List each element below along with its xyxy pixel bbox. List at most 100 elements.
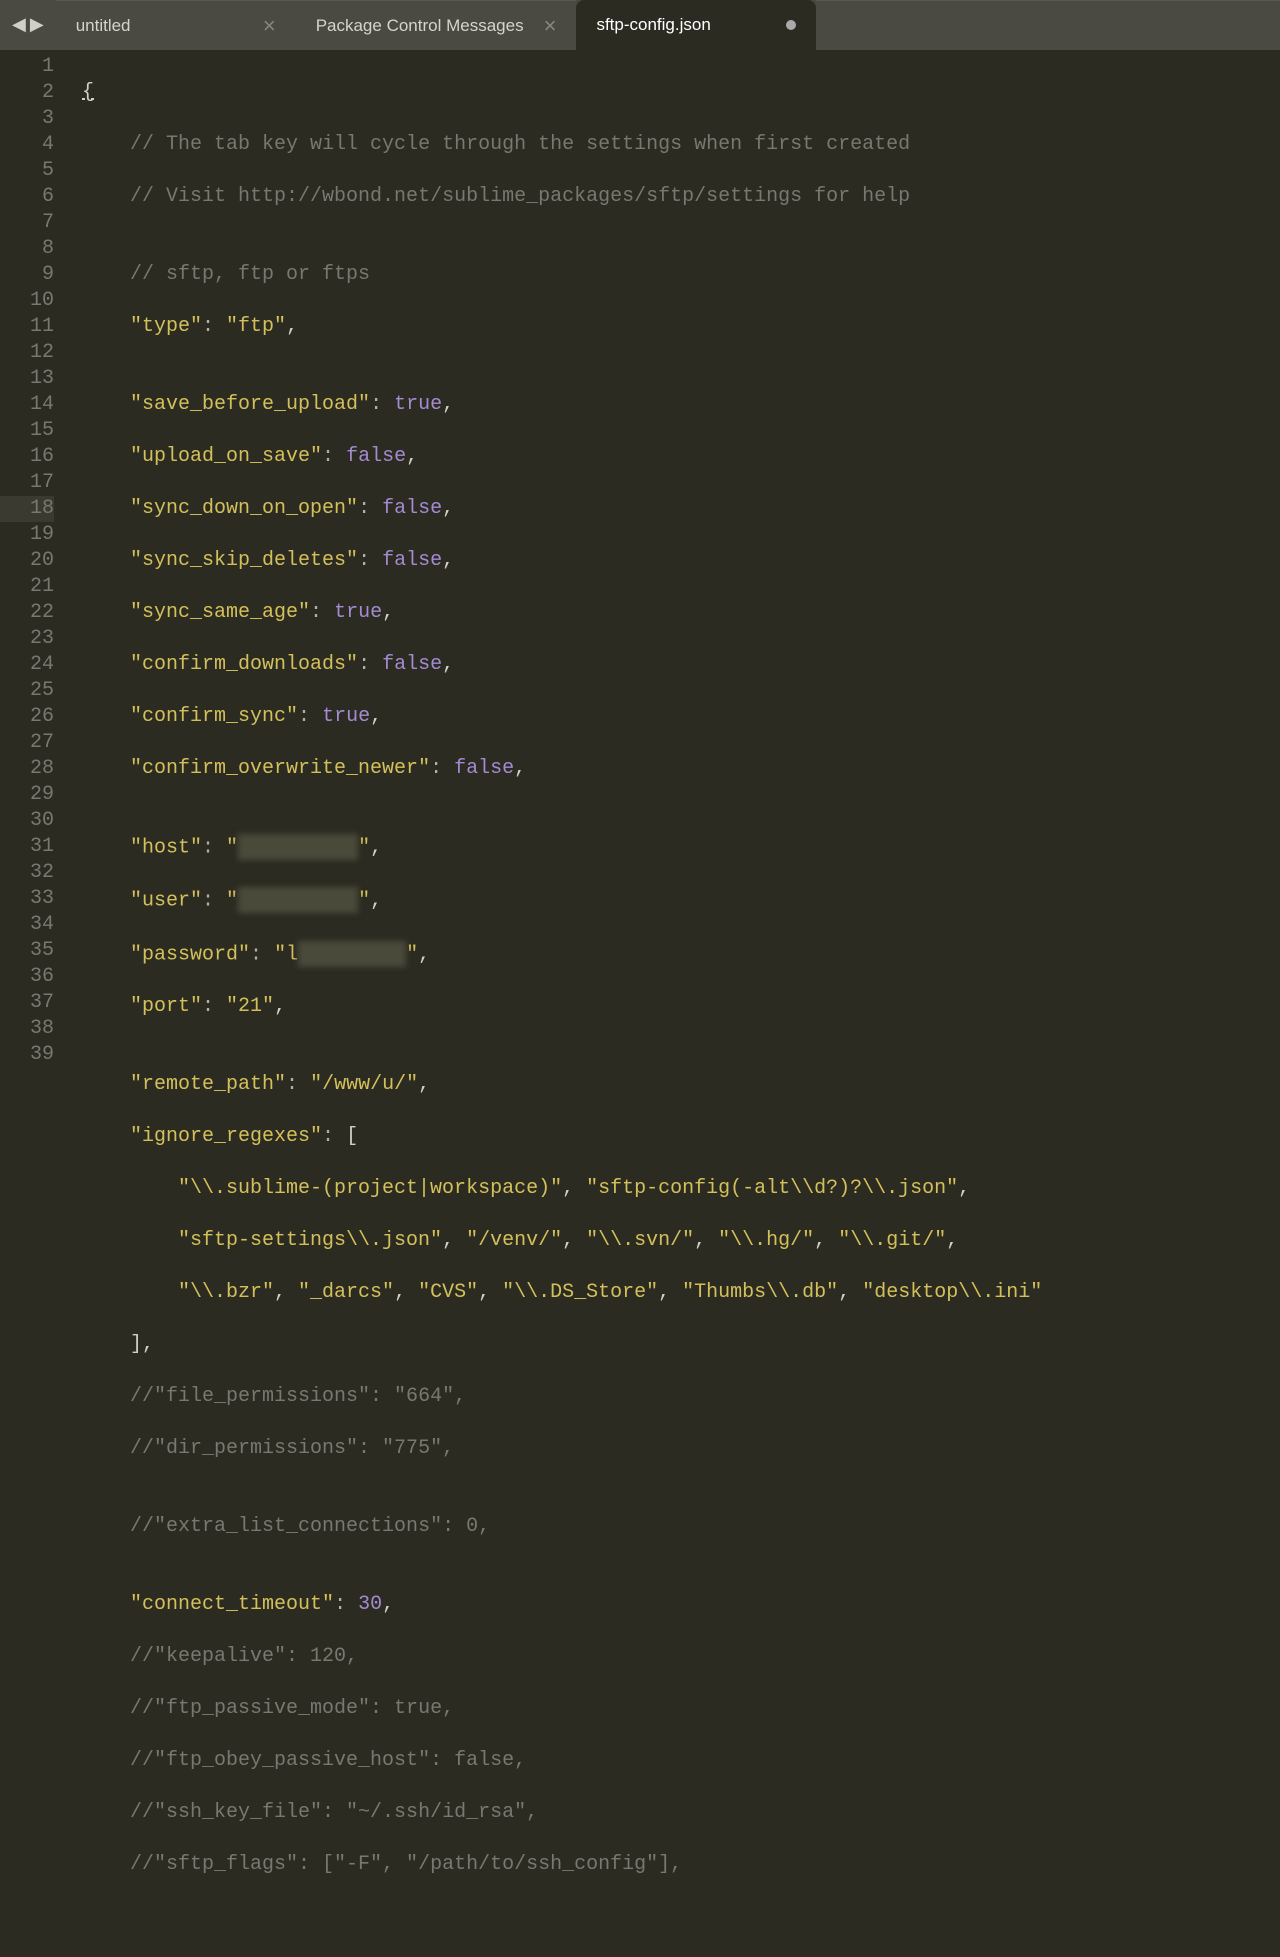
line-number: 1 bbox=[0, 54, 54, 80]
key-ignore-regexes: "ignore_regexes" bbox=[130, 1125, 322, 1148]
line-gutter: 1234567891011121314151617181920212223242… bbox=[0, 50, 72, 1182]
regex-value: "desktop\\.ini" bbox=[862, 1281, 1042, 1304]
bracket-open: [ bbox=[346, 1125, 358, 1148]
comment: // The tab key will cycle through the se… bbox=[130, 133, 910, 156]
line-number: 25 bbox=[0, 678, 54, 704]
quote: " bbox=[226, 836, 238, 859]
key-sync-same-age: "sync_same_age" bbox=[130, 601, 310, 624]
key-host: "host" bbox=[130, 836, 202, 859]
line-number: 36 bbox=[0, 964, 54, 990]
line-number: 7 bbox=[0, 210, 54, 236]
tab-untitled[interactable]: untitled × bbox=[56, 0, 296, 50]
line-number: 39 bbox=[0, 1042, 54, 1068]
regex-value: "\\.git/" bbox=[838, 1229, 946, 1252]
value: false bbox=[454, 757, 514, 780]
comment: // sftp, ftp or ftps bbox=[130, 263, 370, 286]
line-number: 27 bbox=[0, 730, 54, 756]
value: false bbox=[382, 653, 442, 676]
comment: //"keepalive": 120, bbox=[130, 1645, 358, 1668]
close-icon[interactable]: × bbox=[544, 13, 557, 39]
tab-nav-right-icon[interactable]: ▶ bbox=[30, 14, 44, 36]
line-number: 19 bbox=[0, 522, 54, 548]
regex-value: "_darcs" bbox=[298, 1281, 394, 1304]
line-number: 24 bbox=[0, 652, 54, 678]
close-icon[interactable]: × bbox=[263, 13, 276, 39]
regex-value: "Thumbs\\.db" bbox=[682, 1281, 838, 1304]
quote: " bbox=[358, 890, 370, 913]
key-port: "port" bbox=[130, 995, 202, 1018]
line-number: 32 bbox=[0, 860, 54, 886]
tab-bar: ◀ ▶ untitled × Package Control Messages … bbox=[0, 0, 1280, 50]
line-number: 14 bbox=[0, 392, 54, 418]
value: false bbox=[382, 549, 442, 572]
line-number: 22 bbox=[0, 600, 54, 626]
regex-value: "sftp-config(-alt\\d?)?\\.json" bbox=[586, 1177, 958, 1200]
line-number: 2 bbox=[0, 80, 54, 106]
comment: //"ftp_obey_passive_host": false, bbox=[130, 1749, 526, 1772]
key-sync-down-on-open: "sync_down_on_open" bbox=[130, 497, 358, 520]
key-connect-timeout: "connect_timeout" bbox=[130, 1593, 334, 1616]
regex-value: "\\.sublime-(project|workspace)" bbox=[178, 1177, 562, 1200]
value-port: "21" bbox=[226, 995, 274, 1018]
redacted-password: xxxxxxxxx bbox=[298, 941, 406, 967]
line-number: 28 bbox=[0, 756, 54, 782]
value-remote-path: "/www/u/" bbox=[310, 1073, 418, 1096]
tab-bar-filler bbox=[816, 0, 1280, 50]
regex-value: "/venv/" bbox=[466, 1229, 562, 1252]
tab-sftp-config[interactable]: sftp-config.json bbox=[576, 0, 816, 50]
quote: " bbox=[406, 943, 418, 966]
quote: " bbox=[358, 836, 370, 859]
value: true bbox=[322, 705, 370, 728]
editor-area: 1234567891011121314151617181920212223242… bbox=[0, 50, 1280, 1182]
line-number: 38 bbox=[0, 1016, 54, 1042]
line-number: 26 bbox=[0, 704, 54, 730]
line-number: 18 bbox=[0, 496, 54, 522]
key-password: "password" bbox=[130, 943, 250, 966]
line-number: 15 bbox=[0, 418, 54, 444]
key-confirm-overwrite-newer: "confirm_overwrite_newer" bbox=[130, 757, 430, 780]
line-number: 17 bbox=[0, 470, 54, 496]
line-number: 8 bbox=[0, 236, 54, 262]
comment: //"file_permissions": "664", bbox=[130, 1385, 466, 1408]
line-number: 16 bbox=[0, 444, 54, 470]
comment: // Visit http://wbond.net/sublime_packag… bbox=[130, 185, 910, 208]
key-confirm-sync: "confirm_sync" bbox=[130, 705, 298, 728]
key-save-before-upload: "save_before_upload" bbox=[130, 393, 370, 416]
redacted-host: xxxxxxxxxx bbox=[238, 834, 358, 860]
comment: //"ftp_passive_mode": true, bbox=[130, 1697, 454, 1720]
brace-open: { bbox=[82, 81, 94, 104]
line-number: 13 bbox=[0, 366, 54, 392]
line-number: 10 bbox=[0, 288, 54, 314]
line-number: 9 bbox=[0, 262, 54, 288]
value: true bbox=[394, 393, 442, 416]
quote: " bbox=[226, 890, 238, 913]
tab-label: Package Control Messages bbox=[316, 16, 524, 36]
tab-label: sftp-config.json bbox=[596, 15, 710, 35]
line-number: 20 bbox=[0, 548, 54, 574]
regex-value: "CVS" bbox=[418, 1281, 478, 1304]
regex-value: "sftp-settings\\.json" bbox=[178, 1229, 442, 1252]
value: false bbox=[346, 445, 406, 468]
tab-nav-left-icon[interactable]: ◀ bbox=[12, 14, 26, 36]
tab-package-control[interactable]: Package Control Messages × bbox=[296, 0, 577, 50]
regex-value: "\\.hg/" bbox=[718, 1229, 814, 1252]
dirty-indicator-icon bbox=[786, 20, 796, 30]
quote: "l bbox=[274, 943, 298, 966]
tab-nav-arrows: ◀ ▶ bbox=[0, 0, 56, 50]
line-number: 5 bbox=[0, 158, 54, 184]
key-sync-skip-deletes: "sync_skip_deletes" bbox=[130, 549, 358, 572]
line-number: 34 bbox=[0, 912, 54, 938]
bracket-close: ], bbox=[130, 1333, 154, 1356]
code-content[interactable]: { // The tab key will cycle through the … bbox=[72, 50, 1042, 1182]
line-number: 30 bbox=[0, 808, 54, 834]
regex-value: "\\.DS_Store" bbox=[502, 1281, 658, 1304]
key-user: "user" bbox=[130, 890, 202, 913]
line-number: 4 bbox=[0, 132, 54, 158]
minimap[interactable] bbox=[1095, 50, 1280, 1182]
line-number: 11 bbox=[0, 314, 54, 340]
value-connect-timeout: 30 bbox=[358, 1593, 382, 1616]
key-confirm-downloads: "confirm_downloads" bbox=[130, 653, 358, 676]
tab-label: untitled bbox=[76, 16, 131, 36]
line-number: 33 bbox=[0, 886, 54, 912]
line-number: 6 bbox=[0, 184, 54, 210]
